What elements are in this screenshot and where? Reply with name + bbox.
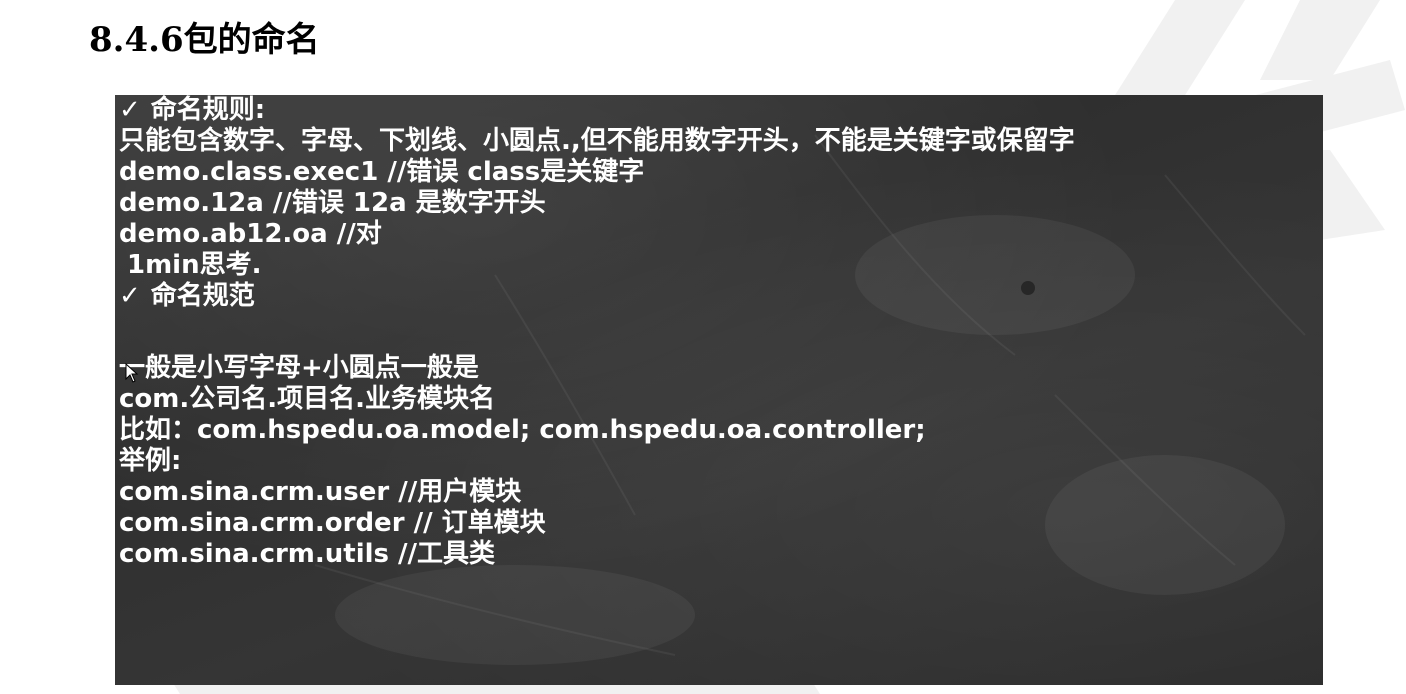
checkmark-icon: ✓ — [119, 281, 141, 311]
rules-heading: 命名规则: — [150, 95, 266, 125]
convention-description: 一般是小写字母+小圆点一般是 — [119, 353, 479, 383]
example-package: com.sina.crm.utils //工具类 — [119, 539, 496, 569]
slide-content: ✓ 命名规则: 只能包含数字、字母、下划线、小圆点.,但不能用数字开头，不能是关键… — [119, 95, 1323, 570]
examples-label: 举例: — [119, 446, 182, 476]
conventions-heading: 命名规范 — [150, 281, 255, 311]
convention-pattern: com.公司名.项目名.业务模块名 — [119, 384, 495, 414]
mouse-pointer-icon — [125, 363, 139, 383]
rule-description: 只能包含数字、字母、下划线、小圆点.,但不能用数字开头，不能是关键字或保留字 — [119, 126, 1075, 156]
example-package: com.sina.crm.user //用户模块 — [119, 477, 522, 507]
example-line: demo.12a //错误 12a 是数字开头 — [119, 188, 546, 218]
slide-image: ✓ 命名规则: 只能包含数字、字母、下划线、小圆点.,但不能用数字开头，不能是关键… — [115, 95, 1323, 685]
example-package: com.sina.crm.order // 订单模块 — [119, 508, 546, 538]
example-line: demo.class.exec1 //错误 class是关键字 — [119, 157, 645, 187]
checkmark-icon: ✓ — [119, 95, 141, 125]
for-example-line: 比如：com.hspedu.oa.model; com.hspedu.oa.co… — [119, 415, 926, 445]
section-title: 8.4.6包的命名 — [89, 20, 320, 60]
think-prompt: 1min思考. — [127, 250, 262, 280]
conventions-heading-line: ✓ 命名规范 — [119, 281, 1323, 312]
example-line: demo.ab12.oa //对 — [119, 219, 382, 249]
rules-heading-line: ✓ 命名规则: — [119, 95, 1323, 126]
